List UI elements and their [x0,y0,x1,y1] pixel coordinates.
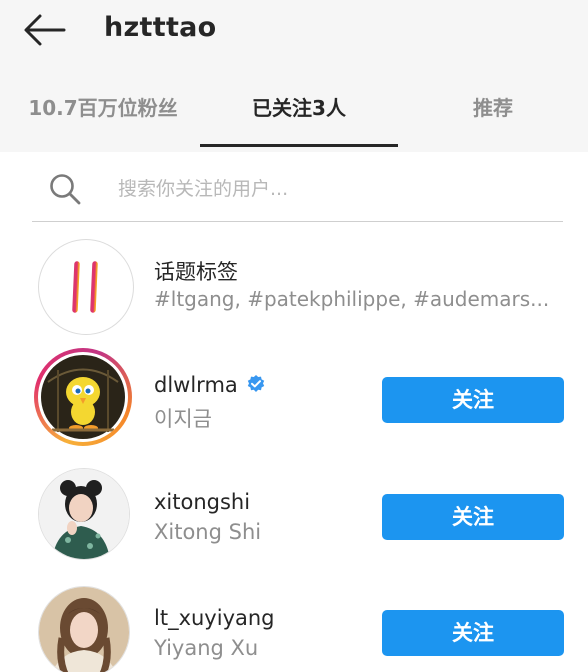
tab-suggested[interactable]: 推荐 [398,86,588,146]
top-bar: hztttao 10.7百万位粉丝 已关注3人 推荐 [0,0,588,152]
hashtag-icon [59,261,112,313]
tab-followers[interactable]: 10.7百万位粉丝 [6,86,200,146]
page-title: hztttao [104,12,217,43]
avatar [41,355,125,439]
avatar-frame[interactable] [38,586,130,672]
hashtag-avatar [38,239,134,335]
list-item: lt_xuyiyang Yiyang Xu 关注 [0,578,588,672]
username[interactable]: xitongshi [154,490,250,514]
follow-button[interactable]: 关注 [382,377,564,423]
back-button[interactable] [22,10,66,50]
list-item: xitongshi Xitong Shi 关注 [0,462,588,572]
list-item: dlwlrma 이지금 关注 [0,345,588,455]
search-placeholder: 搜索你关注的用户... [118,178,289,200]
full-name: Yiyang Xu [154,636,259,660]
username-text: dlwlrma [154,373,238,397]
hashtags-subtitle: #ltgang, #patekphilippe, #audemars... [154,287,550,311]
search-icon [50,174,81,205]
avatar-frame[interactable] [38,468,130,560]
avatar [39,469,129,559]
tab-following[interactable]: 已关注3人 [200,86,398,146]
full-name: Xitong Shi [154,520,262,544]
story-ring[interactable] [34,348,132,446]
username[interactable]: lt_xuyiyang [154,606,275,630]
verified-badge-icon [247,375,264,392]
follow-button[interactable]: 关注 [382,610,564,656]
username[interactable]: dlwlrma [154,373,266,397]
follow-button[interactable]: 关注 [382,494,564,540]
hashtags-row[interactable]: 话题标签 #ltgang, #patekphilippe, #audemars.… [0,230,588,340]
arrow-left-icon [24,14,66,46]
hashtags-title: 话题标签 [154,260,238,284]
avatar [39,587,129,672]
active-tab-indicator [200,144,398,147]
search-input[interactable]: 搜索你关注的用户... [32,160,563,222]
full-name: 이지금 [154,407,212,431]
tab-bar: 10.7百万位粉丝 已关注3人 推荐 [0,86,588,146]
